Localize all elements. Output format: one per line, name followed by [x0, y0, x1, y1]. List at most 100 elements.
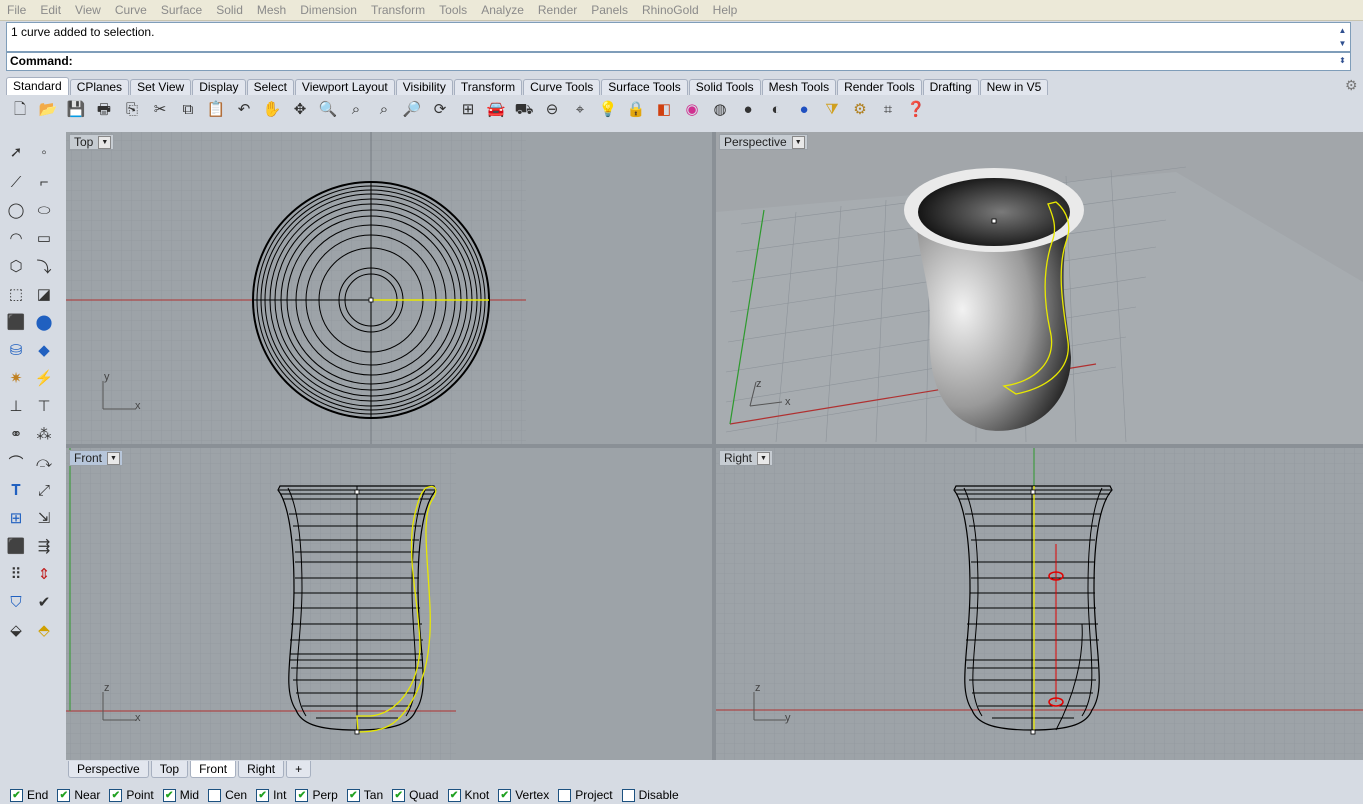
array-icon[interactable]: ⊞: [4, 506, 28, 530]
menu-file[interactable]: File: [0, 0, 33, 20]
menu-tools[interactable]: Tools: [432, 0, 474, 20]
viewport-front[interactable]: Front ▼ z x: [66, 448, 712, 760]
viewport-perspective[interactable]: Perspective ▼ z x: [716, 132, 1363, 444]
checkbox-checked-icon[interactable]: ✔: [10, 788, 23, 802]
osnap-end[interactable]: ✔ End: [10, 788, 48, 802]
polyline-icon[interactable]: ⟋: [4, 170, 28, 194]
help-icon[interactable]: ❓: [904, 98, 928, 122]
tab-visibility[interactable]: Visibility: [395, 79, 453, 95]
osnap-mid[interactable]: ✔ Mid: [162, 788, 199, 802]
grid-array-icon[interactable]: ⠿: [4, 562, 28, 586]
checkbox-unchecked-icon[interactable]: [558, 788, 572, 802]
cut-icon[interactable]: ✂: [148, 98, 172, 122]
viewport-tab-perspective[interactable]: Perspective: [68, 761, 149, 778]
tab-viewport-layout[interactable]: Viewport Layout: [294, 79, 395, 95]
cplane-icon[interactable]: ⌖: [568, 98, 592, 122]
menu-view[interactable]: View: [68, 0, 108, 20]
menu-transform[interactable]: Transform: [364, 0, 432, 20]
menu-panels[interactable]: Panels: [584, 0, 635, 20]
select-arrow-icon[interactable]: ➚: [4, 140, 28, 164]
scale-icon[interactable]: ⤢: [32, 478, 56, 502]
lock-icon[interactable]: 🔒: [624, 98, 648, 122]
object-snap-icon[interactable]: ⊖: [540, 98, 564, 122]
viewport-menu-chevron-icon[interactable]: ▼: [791, 136, 805, 149]
render-light-icon[interactable]: ⬘: [32, 618, 56, 642]
dimension-icon[interactable]: ⇶: [32, 534, 56, 558]
tab-render-tools[interactable]: Render Tools: [837, 79, 922, 95]
viewport-label-front[interactable]: Front ▼: [69, 450, 124, 466]
vertical-dimension-icon[interactable]: ⇕: [32, 562, 56, 586]
offset-icon[interactable]: ⤼: [32, 450, 56, 474]
options-gear-icon[interactable]: ⚙: [848, 98, 872, 122]
menu-solid[interactable]: Solid: [209, 0, 250, 20]
osnap-disable[interactable]: Disable: [621, 788, 679, 802]
checkbox-unchecked-icon[interactable]: [208, 788, 222, 802]
viewport-label-top[interactable]: Top ▼: [69, 134, 115, 150]
trim-icon[interactable]: ⊥: [4, 394, 28, 418]
curve-icon[interactable]: ⌐: [32, 170, 56, 194]
checkbox-checked-icon[interactable]: ✔: [256, 788, 270, 802]
tab-curve-tools[interactable]: Curve Tools: [523, 79, 601, 95]
checkbox-checked-icon[interactable]: ✔: [498, 788, 512, 802]
osnap-near[interactable]: ✔ Near: [57, 788, 100, 802]
menu-render[interactable]: Render: [531, 0, 584, 20]
osnap-perp[interactable]: ✔ Perp: [295, 788, 338, 802]
scroll-up-icon[interactable]: ▲: [1337, 25, 1348, 36]
filter-icon[interactable]: ⧩: [820, 98, 844, 122]
new-icon[interactable]: 🗋: [8, 98, 32, 122]
tab-set-view[interactable]: Set View: [130, 79, 192, 95]
boolean-union-icon[interactable]: ⚭: [4, 422, 28, 446]
tab-drafting[interactable]: Drafting: [922, 79, 979, 95]
checkbox-checked-icon[interactable]: ✔: [162, 788, 176, 802]
menu-analyze[interactable]: Analyze: [474, 0, 531, 20]
solid-box-icon[interactable]: ⬛: [4, 534, 28, 558]
osnap-int[interactable]: ✔ Int: [256, 788, 286, 802]
render-icon[interactable]: ●: [792, 98, 816, 122]
analyze-icon[interactable]: ⛉: [4, 590, 28, 614]
mirror-icon[interactable]: ⇲: [32, 506, 56, 530]
osnap-knot[interactable]: ✔ Knot: [447, 788, 489, 802]
arc-icon[interactable]: ◠: [4, 226, 28, 250]
viewport-label-right[interactable]: Right ▼: [719, 450, 774, 466]
viewport-tab-top[interactable]: Top: [150, 761, 189, 778]
extrude-surface-icon[interactable]: ◪: [32, 282, 56, 306]
command-input[interactable]: Command: ⬍: [6, 52, 1351, 71]
add-viewport-tab-button[interactable]: +: [286, 761, 312, 778]
fillet-edge-icon[interactable]: ⌒: [4, 450, 28, 474]
four-viewports-icon[interactable]: ⊞: [456, 98, 480, 122]
viewport-menu-chevron-icon[interactable]: ▼: [757, 452, 771, 465]
wireframe-sphere-icon[interactable]: ◍: [708, 98, 732, 122]
viewport-menu-chevron-icon[interactable]: ▼: [98, 136, 112, 149]
tab-select[interactable]: Select: [246, 79, 294, 95]
sphere-icon[interactable]: ⬤: [32, 310, 56, 334]
osnap-quad[interactable]: ✔ Quad: [392, 788, 439, 802]
tab-standard[interactable]: Standard: [6, 77, 69, 95]
fillet-curve-icon[interactable]: ⤵: [32, 254, 56, 278]
point-icon[interactable]: ◦: [32, 140, 56, 164]
group-icon[interactable]: ⁂: [32, 422, 56, 446]
viewport-label-perspective[interactable]: Perspective ▼: [719, 134, 808, 150]
viewport-right[interactable]: Right ▼ z y: [716, 448, 1363, 760]
print-icon[interactable]: 🖶: [92, 98, 116, 122]
copy-icon[interactable]: ⧉: [176, 98, 200, 122]
color-wheel-icon[interactable]: ◉: [680, 98, 704, 122]
osnap-point[interactable]: ✔ Point: [109, 788, 154, 802]
rotate-view-icon[interactable]: ✥: [288, 98, 312, 122]
pan-hand-icon[interactable]: ✋: [260, 98, 284, 122]
layer-icon[interactable]: ◧: [652, 98, 676, 122]
mesh-icon[interactable]: ⬙: [4, 618, 28, 642]
save-icon[interactable]: 💾: [64, 98, 88, 122]
light-icon[interactable]: 💡: [596, 98, 620, 122]
viewport-tab-right[interactable]: Right: [238, 761, 285, 778]
osnap-project[interactable]: Project: [558, 788, 613, 802]
zoom-selected-icon[interactable]: 🔎: [400, 98, 424, 122]
ghosted-icon[interactable]: ⛟: [512, 98, 536, 122]
shaded-sphere-icon[interactable]: ●: [736, 98, 760, 122]
mesh-plane-icon[interactable]: ◆: [32, 338, 56, 362]
menu-edit[interactable]: Edit: [33, 0, 68, 20]
viewport-top[interactable]: Top ▼ y x: [66, 132, 712, 444]
surface-points-icon[interactable]: ⬚: [4, 282, 28, 306]
menu-rhinogold[interactable]: RhinoGold: [635, 0, 706, 20]
zoom-icon[interactable]: 🔍: [316, 98, 340, 122]
menu-help[interactable]: Help: [706, 0, 745, 20]
